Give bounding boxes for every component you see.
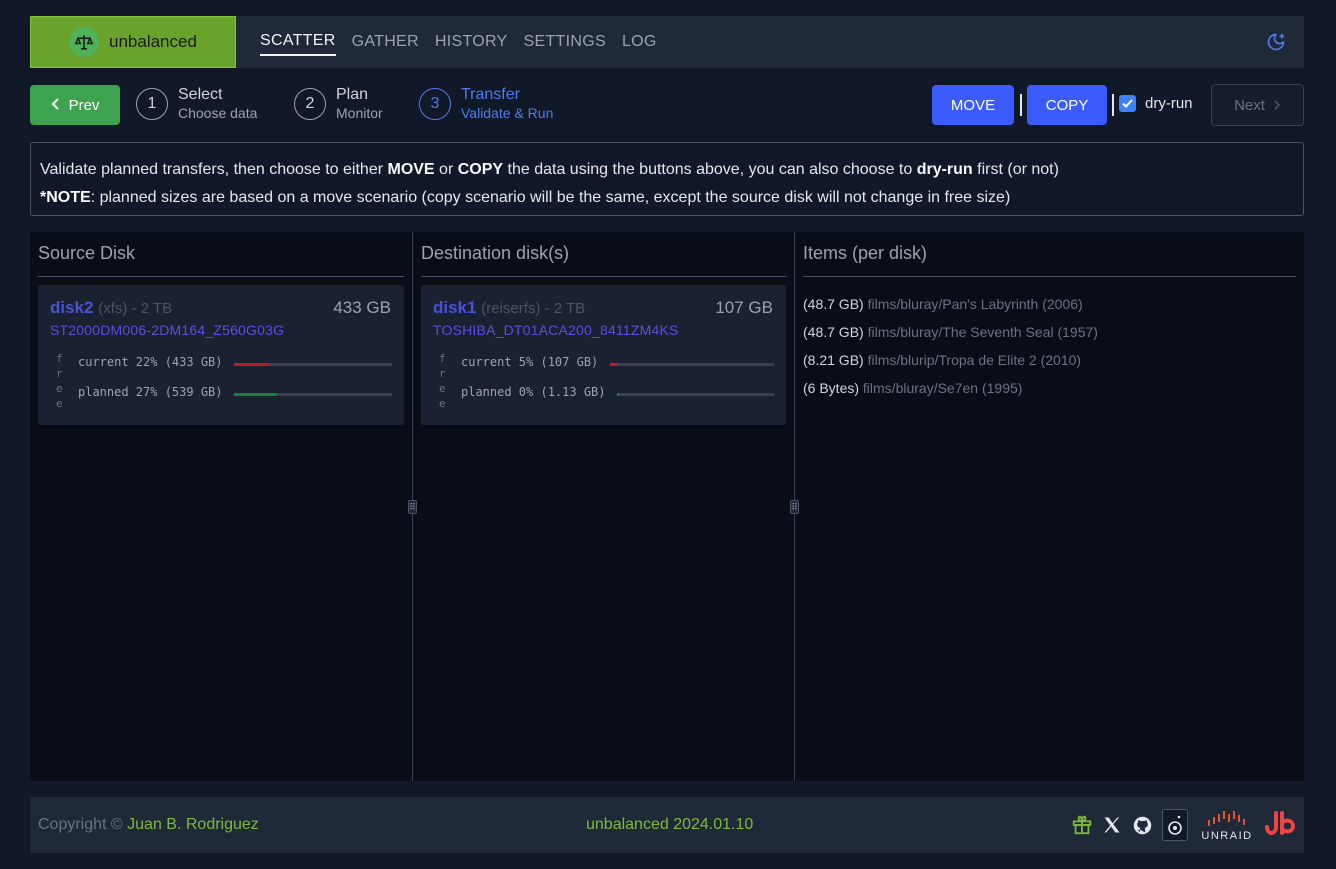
step-subtitle: Monitor bbox=[336, 105, 383, 121]
prev-label: Prev bbox=[68, 96, 100, 114]
disk-serial: TOSHIBA_DT01ACA200_8411ZM4KS bbox=[433, 322, 679, 338]
unraid-label: UNRAID bbox=[1201, 830, 1253, 842]
notice-line-1: Validate planned transfers, then choose … bbox=[40, 161, 1059, 178]
nav-scatter[interactable]: SCATTER bbox=[260, 28, 336, 56]
planned-free-label: planned 0% (1.13 GB) bbox=[461, 385, 606, 399]
disk-size: 107 GB bbox=[715, 298, 773, 317]
panel-title: Destination disk(s) bbox=[421, 243, 570, 263]
header: unbalanced SCATTER GATHER HISTORY SETTIN… bbox=[30, 16, 1304, 68]
step-transfer: 3 Transfer Validate & Run bbox=[419, 86, 553, 122]
unraid-logo-icon[interactable]: UNRAID bbox=[1200, 807, 1254, 845]
transfer-notice: Validate planned transfers, then choose … bbox=[30, 142, 1304, 216]
copyright: Copyright © Juan B. Rodriguez bbox=[38, 816, 259, 833]
panel-title: Items (per disk) bbox=[803, 243, 928, 263]
source-disk-panel: Source Disk disk2 (xfs) - 2 TB 433 GB ST… bbox=[30, 232, 412, 781]
step-subtitle: Choose data bbox=[178, 105, 258, 121]
speaker-icon[interactable] bbox=[1162, 809, 1188, 841]
footer: Copyright © Juan B. Rodriguez unbalanced… bbox=[30, 797, 1304, 853]
step-subtitle: Validate & Run bbox=[461, 105, 554, 121]
bar-fill bbox=[234, 363, 269, 366]
next-label: Next bbox=[1234, 96, 1265, 114]
author-link[interactable]: Juan B. Rodriguez bbox=[127, 816, 259, 833]
nav-history[interactable]: HISTORY bbox=[435, 29, 508, 55]
current-free-bar bbox=[610, 363, 774, 366]
jb-logo-icon[interactable] bbox=[1264, 810, 1296, 840]
current-free-bar bbox=[234, 363, 392, 366]
separator bbox=[1112, 94, 1114, 116]
disk-name: disk2 (xfs) - 2 TB bbox=[50, 298, 173, 317]
step-title: Transfer bbox=[461, 86, 520, 103]
bar-fill bbox=[610, 363, 619, 366]
disk-card: disk1 (reiserfs) - 2 TB 107 GB TOSHIBA_D… bbox=[421, 285, 786, 425]
dry-run-toggle[interactable]: dry-run bbox=[1119, 95, 1193, 112]
step-number: 1 bbox=[136, 88, 168, 120]
app-logo[interactable]: unbalanced bbox=[30, 16, 236, 68]
bar-fill bbox=[234, 393, 277, 396]
divider bbox=[803, 276, 1296, 277]
planned-free-bar bbox=[234, 393, 392, 396]
main-nav: SCATTER GATHER HISTORY SETTINGS LOG bbox=[260, 16, 657, 68]
chevron-right-icon bbox=[1273, 97, 1281, 114]
step-number: 2 bbox=[294, 88, 326, 120]
separator bbox=[1020, 94, 1022, 116]
balance-scale-icon bbox=[69, 27, 99, 57]
app-name: unbalanced bbox=[109, 32, 197, 51]
panel-title: Source Disk bbox=[38, 243, 136, 263]
disk-card: disk2 (xfs) - 2 TB 433 GB ST2000DM006-2D… bbox=[38, 285, 404, 425]
transfer-panels: Source Disk disk2 (xfs) - 2 TB 433 GB ST… bbox=[30, 232, 1304, 781]
nav-settings[interactable]: SETTINGS bbox=[524, 29, 606, 55]
list-item: (8.21 GB) films/blurip/Tropa de Elite 2 … bbox=[803, 352, 1082, 368]
disk-serial: ST2000DM006-2DM164_Z560G03G bbox=[50, 322, 285, 338]
prev-button[interactable]: Prev bbox=[30, 85, 120, 125]
free-label: free bbox=[56, 352, 63, 410]
divider bbox=[38, 276, 404, 277]
step-select: 1 Select Choose data bbox=[136, 86, 257, 122]
step-title: Plan bbox=[336, 86, 369, 103]
items-list: (48.7 GB) films/bluray/Pan's Labyrinth (… bbox=[803, 290, 1098, 402]
chevron-left-icon bbox=[51, 97, 61, 114]
app-version: unbalanced 2024.01.10 bbox=[586, 816, 754, 833]
move-button[interactable]: MOVE bbox=[932, 85, 1014, 125]
dry-run-checkbox[interactable] bbox=[1119, 95, 1136, 112]
nav-log[interactable]: LOG bbox=[622, 29, 657, 55]
list-item: (48.7 GB) films/bluray/The Seventh Seal … bbox=[803, 324, 1098, 340]
list-item: (6 Bytes) films/bluray/Se7en (1995) bbox=[803, 380, 1023, 396]
x-twitter-icon[interactable] bbox=[1100, 813, 1124, 837]
disk-size: 433 GB bbox=[333, 298, 391, 317]
notice-line-2: *NOTE: planned sizes are based on a move… bbox=[40, 189, 1011, 206]
bar-fill bbox=[617, 393, 619, 396]
moon-icon[interactable] bbox=[1266, 32, 1286, 52]
next-button[interactable]: Next bbox=[1211, 84, 1304, 126]
planned-free-bar bbox=[617, 393, 774, 396]
dry-run-label: dry-run bbox=[1145, 95, 1193, 112]
divider bbox=[421, 276, 786, 277]
nav-gather[interactable]: GATHER bbox=[352, 29, 419, 55]
step-title: Select bbox=[178, 86, 223, 103]
destination-disk-panel: Destination disk(s) disk1 (reiserfs) - 2… bbox=[413, 232, 794, 781]
planned-free-label: planned 27% (539 GB) bbox=[78, 385, 223, 399]
step-number: 3 bbox=[419, 88, 451, 120]
github-icon[interactable] bbox=[1130, 813, 1154, 837]
free-label: free bbox=[439, 352, 446, 410]
current-free-label: current 22% (433 GB) bbox=[78, 355, 223, 369]
list-item: (48.7 GB) films/bluray/Pan's Labyrinth (… bbox=[803, 296, 1083, 312]
copy-button[interactable]: COPY bbox=[1027, 85, 1107, 125]
step-plan: 2 Plan Monitor bbox=[294, 86, 383, 122]
disk-name: disk1 (reiserfs) - 2 TB bbox=[433, 298, 586, 317]
current-free-label: current 5% (107 GB) bbox=[461, 355, 599, 369]
gift-icon[interactable] bbox=[1070, 813, 1094, 837]
